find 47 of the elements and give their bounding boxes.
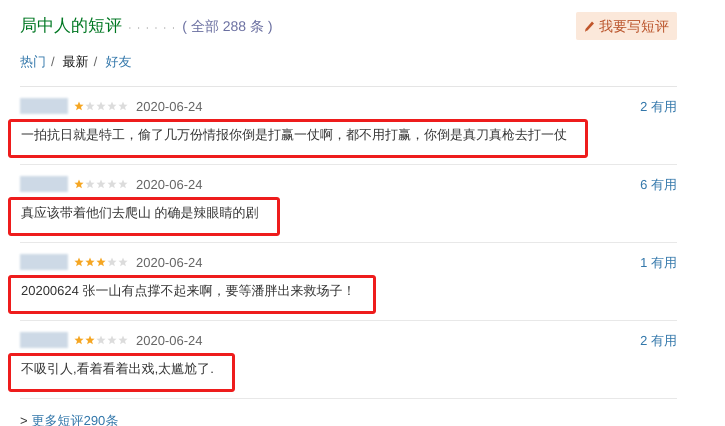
star-icon <box>96 335 106 346</box>
star-icon <box>85 101 95 112</box>
star-icon <box>85 335 95 346</box>
comment-text: 一拍抗日就是特工，偷了几万份情报你倒是打赢一仗啊，都不用打赢，你倒是真刀真枪去打一仗 <box>8 119 588 158</box>
star-icon <box>118 335 128 346</box>
star-icon <box>107 335 117 346</box>
star-icon <box>96 257 106 268</box>
filter-tab[interactable]: 热门 <box>20 52 46 72</box>
star-icon <box>74 257 84 268</box>
star-icon <box>107 257 117 268</box>
comment-date: 2020-06-24 <box>136 176 202 194</box>
useful-count[interactable]: 2 有用 <box>640 96 677 116</box>
tab-separator: / <box>51 53 55 71</box>
title-dots: · · · · · · <box>128 21 176 36</box>
star-icon <box>85 257 95 268</box>
blurred-username <box>20 98 68 114</box>
star-icon <box>74 335 84 346</box>
star-icon <box>96 101 106 112</box>
star-icon <box>74 179 84 190</box>
blurred-username <box>20 332 68 348</box>
star-icon <box>118 101 128 112</box>
comment-text: 20200624 张一山有点撑不起来啊，要等潘胖出来救场子！ <box>8 275 376 314</box>
comment-date: 2020-06-24 <box>136 254 202 272</box>
filter-tab[interactable]: 最新 <box>62 52 89 72</box>
comment-text: 真应该带着他们去爬山 的确是辣眼睛的剧 <box>8 197 280 236</box>
more-arrow: > <box>20 412 28 426</box>
tab-separator: / <box>94 53 98 71</box>
star-icon <box>107 179 117 190</box>
comment-date: 2020-06-24 <box>136 98 202 116</box>
star-icon <box>118 257 128 268</box>
useful-count[interactable]: 6 有用 <box>640 174 677 194</box>
blurred-username <box>20 176 68 192</box>
comment-date: 2020-06-24 <box>136 332 202 350</box>
star-icon <box>85 179 95 190</box>
star-icon <box>96 179 106 190</box>
star-icon <box>118 179 128 190</box>
section-title: 局中人的短评 <box>20 15 122 38</box>
filter-tab[interactable]: 好友 <box>105 52 132 72</box>
star-icon <box>74 101 84 112</box>
write-review-button[interactable]: 我要写短评 <box>576 12 677 40</box>
comment-count-link[interactable]: ( 全部 288 条 ) <box>182 16 273 38</box>
blurred-username <box>20 254 68 270</box>
pencil-icon <box>584 20 595 32</box>
star-icon <box>107 101 117 112</box>
comment-text: 不吸引人,看着看着出戏,太尴尬了. <box>8 353 235 392</box>
useful-count[interactable]: 2 有用 <box>640 330 677 350</box>
useful-count[interactable]: 1 有用 <box>640 252 677 272</box>
